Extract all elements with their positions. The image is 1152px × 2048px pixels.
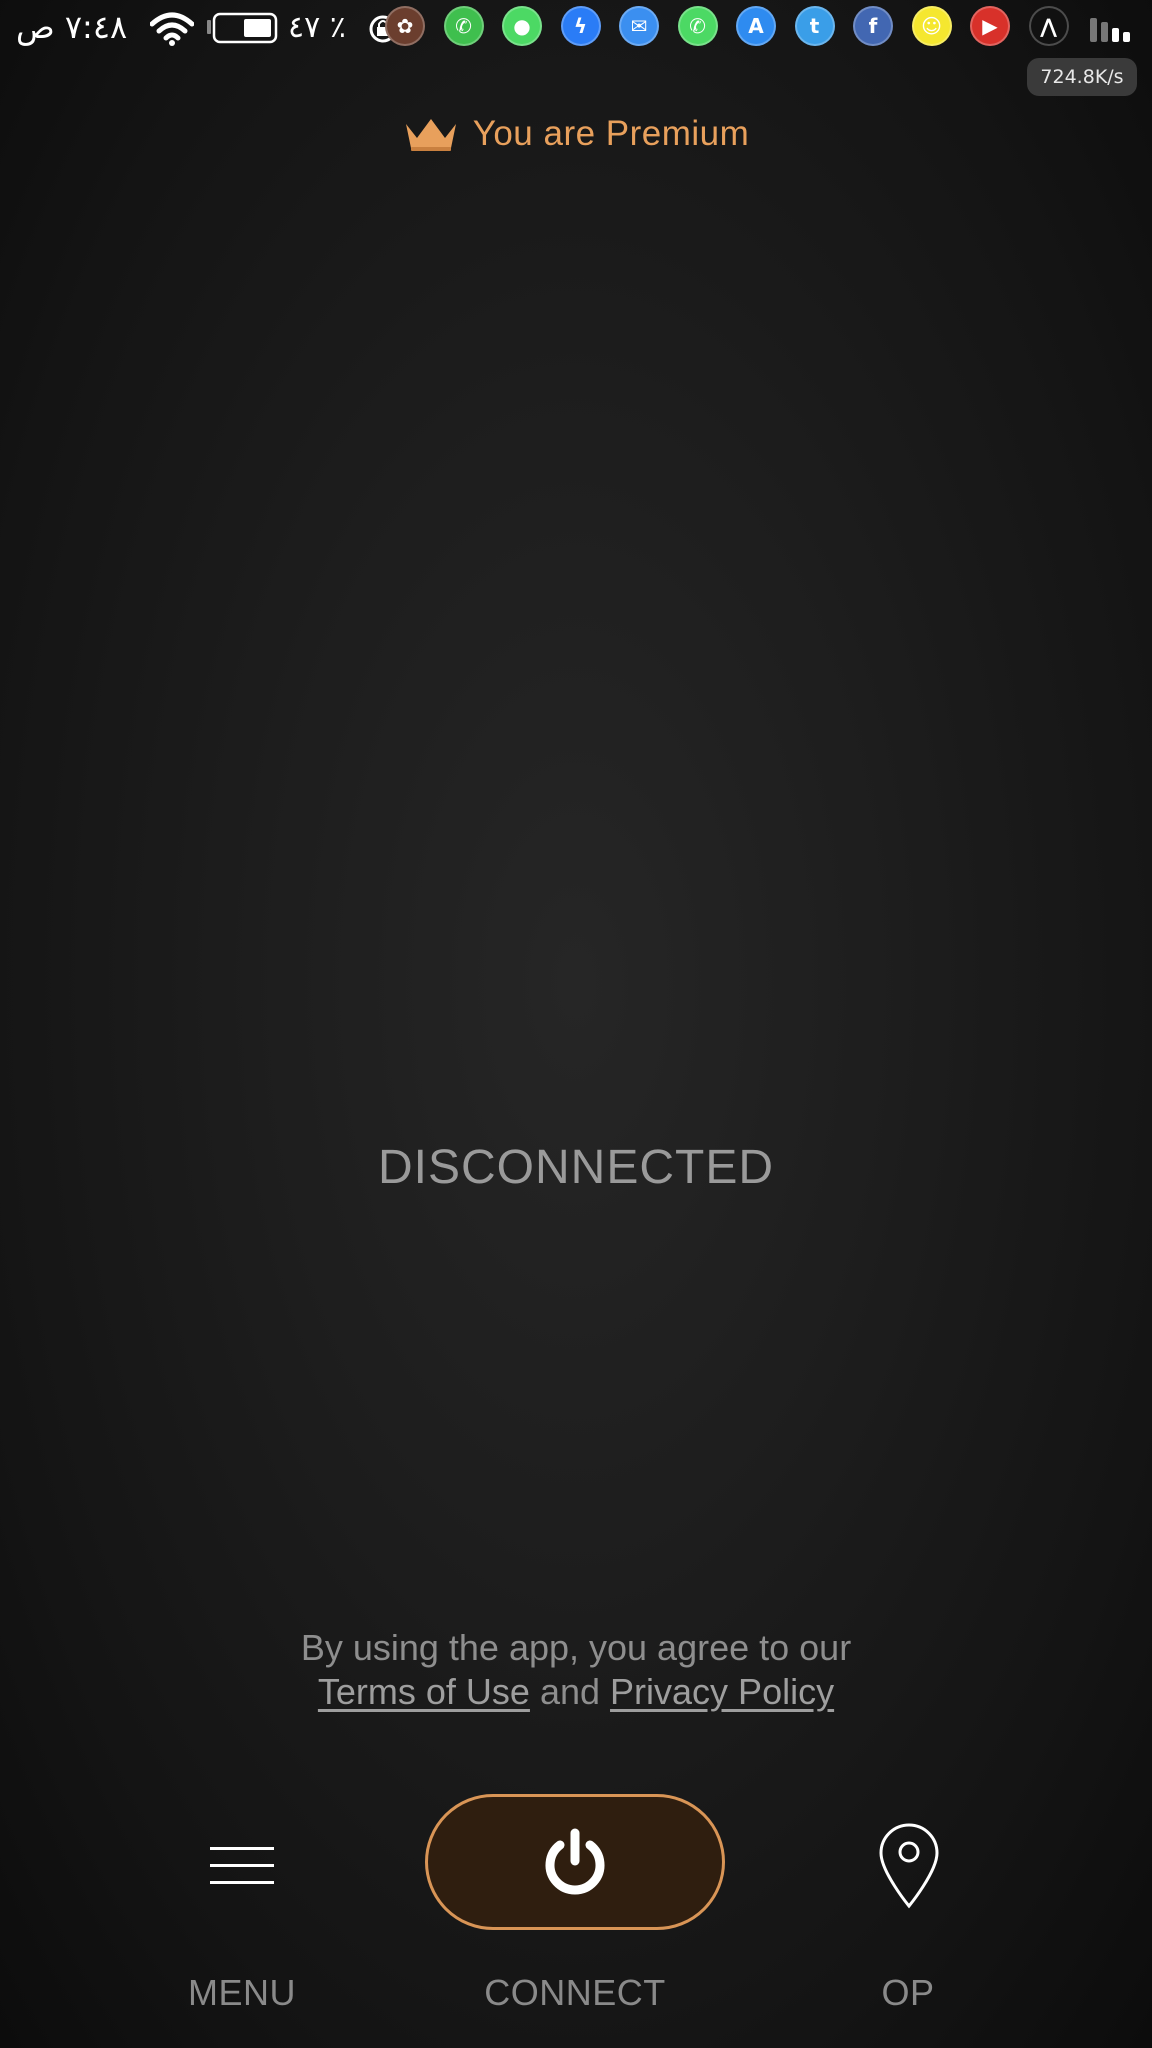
battery-icon [207,12,278,44]
youtube-icon: ▶ [970,6,1010,46]
network-speed-badge: 724.8K/s [1027,58,1137,96]
legal-links-line: Terms of Use and Privacy Policy [0,1670,1152,1714]
premium-banner: You are Premium [0,114,1152,154]
menu-label[interactable]: MENU [142,1972,342,2014]
app-store-icon: A [736,6,776,46]
whatsapp-icon: ✆ [443,6,484,46]
location-label[interactable]: OP [808,1972,1008,2014]
privacy-policy-link[interactable]: Privacy Policy [610,1671,834,1712]
vpn-app-icon: ⋀ [1028,6,1069,46]
premium-label: You are Premium [472,114,750,153]
notification-icons: ✿ ✆ ● ϟ ✉ ✆ At f ☺ ▶ ⋀ [385,6,1087,50]
bottom-nav: MENU CONNECT OP [0,1794,1152,2048]
wifi-icon [150,12,194,46]
messages-icon: ● [502,6,542,46]
cydia-icon: ✿ [385,6,425,46]
battery-percent: ٪ ٤٧ [288,10,346,45]
mail-icon: ✉ [619,6,659,46]
menu-hamburger-icon[interactable] [210,1844,274,1888]
twitter-icon: t [794,6,835,46]
crown-icon [405,119,456,151]
legal-text: By using the app, you agree to our [300,1627,852,1668]
snapchat-icon: ☺ [911,6,952,46]
location-pin-icon[interactable] [877,1822,941,1910]
connect-label[interactable]: CONNECT [425,1972,725,2014]
legal-notice: By using the app, you agree to our Terms… [0,1626,1152,1714]
connection-status: DISCONNECTED [377,1141,775,1194]
legal-and-text: and [529,1671,611,1712]
messenger-icon: ϟ [560,6,601,46]
status-time: ٧:٤٨ ص [16,8,128,46]
signal-icon [1090,18,1130,42]
connect-button[interactable] [425,1794,725,1930]
facebook-icon: f [853,6,893,46]
power-icon [545,1828,605,1895]
terms-of-use-link[interactable]: Terms of Use [318,1671,530,1712]
phone-icon: ✆ [677,6,718,46]
status-bar: ٧:٤٨ ص ٪ ٤٧ ✿ ✆ ● ϟ ✉ ✆ At f ☺ ▶ ⋀ [0,0,1152,58]
